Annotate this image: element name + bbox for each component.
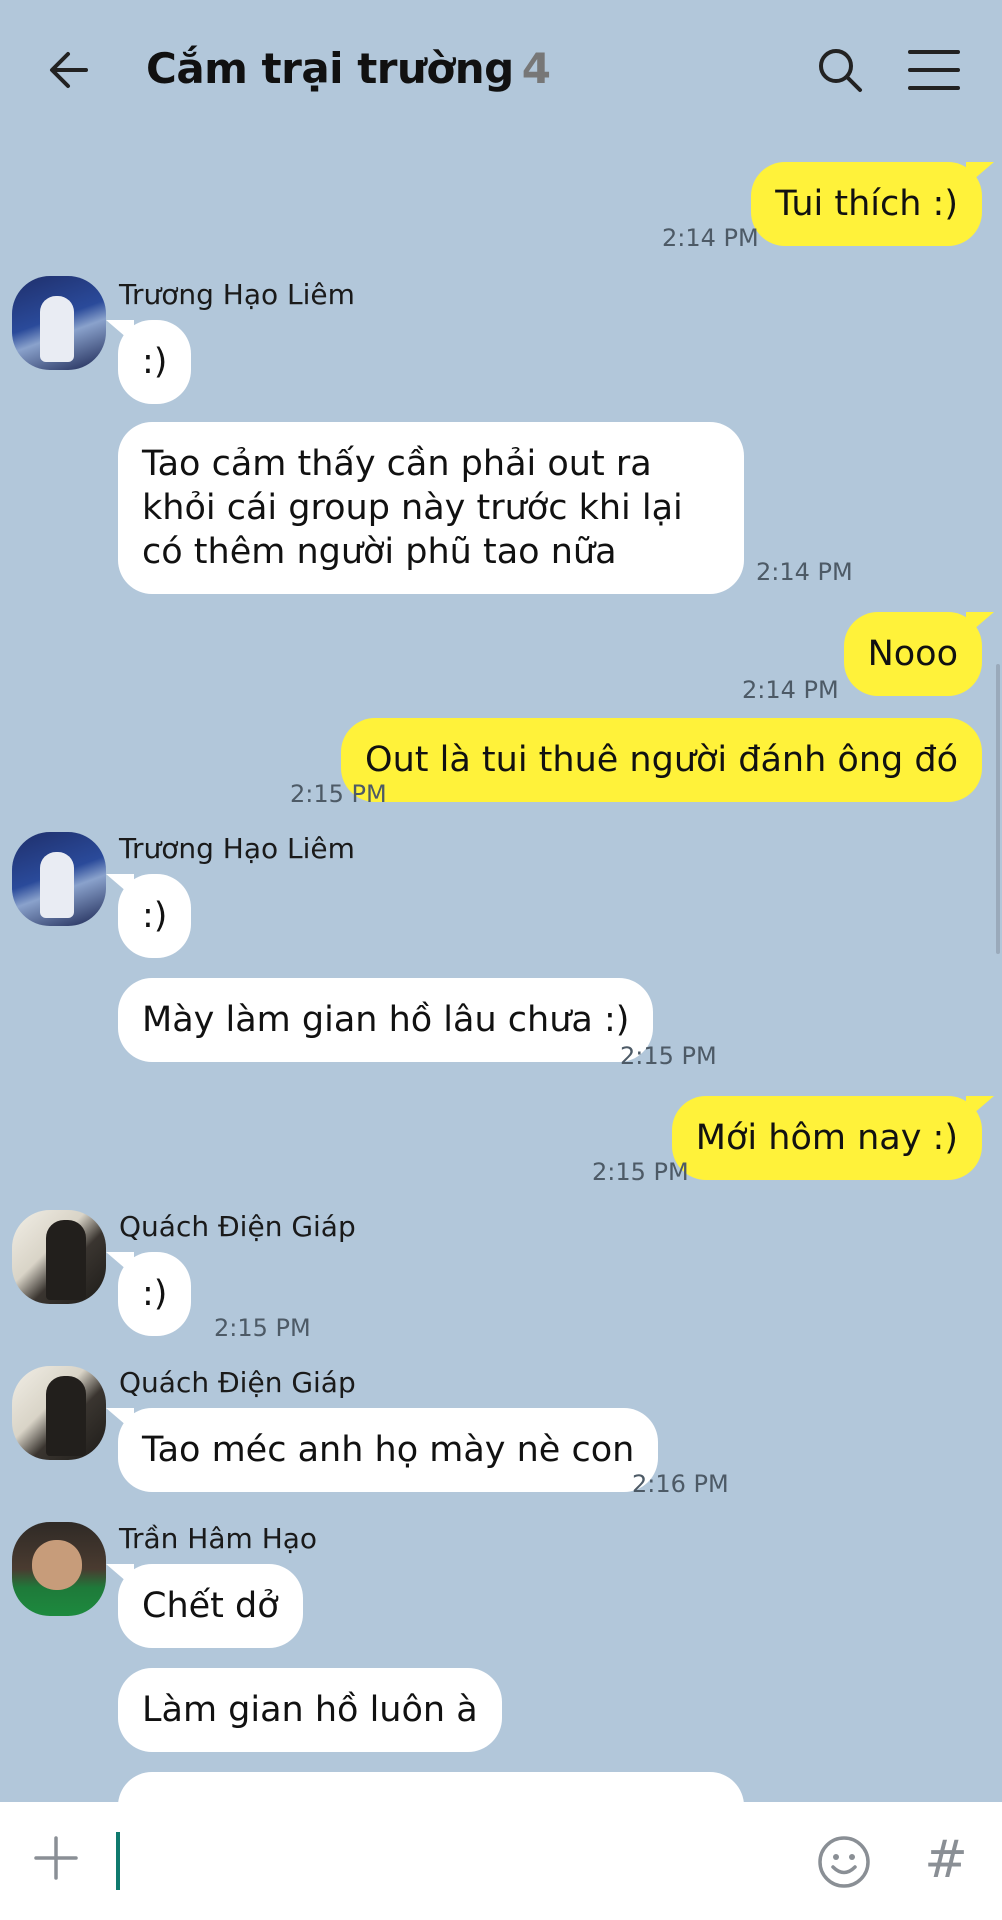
chat-title: Cắm trại trường 4 (146, 44, 551, 93)
message-input[interactable] (124, 1828, 774, 1892)
message-text: Tui thích :) (775, 184, 958, 224)
their-message-bubble[interactable]: Mày làm gian hồ lâu chưa :) (118, 978, 654, 1062)
emoji-button[interactable] (816, 1834, 872, 1890)
message-time: 2:14 PM (662, 224, 759, 252)
message-text: Tao méc anh họ mày nè con (142, 1430, 635, 1470)
message-input-bar: # (0, 1802, 1002, 1920)
message-text: :) (142, 896, 168, 936)
their-message-bubble[interactable]: Chết dở (106, 1564, 303, 1648)
their-message-bubble[interactable]: Làm gian hồ luôn à (118, 1668, 502, 1752)
message-text: Làm gian hồ luôn à (142, 1690, 478, 1730)
hashtag-icon: # (924, 1830, 968, 1890)
avatar-truong-hao-liem[interactable] (12, 832, 106, 926)
message-time: 2:15 PM (290, 780, 387, 808)
my-message-bubble[interactable]: Mới hôm nay :) (671, 1096, 982, 1180)
message-time: 2:14 PM (742, 676, 839, 704)
their-message-bubble[interactable]: :) (105, 874, 192, 958)
avatar-tran-ham-hao[interactable] (12, 1522, 106, 1616)
sender-name: Trần Hâm Hạo (119, 1522, 318, 1555)
my-message-bubble[interactable]: Nooo (843, 612, 982, 696)
their-message-bubble[interactable]: :) (105, 1252, 192, 1336)
message-list[interactable]: Tui thích :) 2:14 PM Trương Hạo Liêm :) … (0, 140, 1002, 1802)
message-time: 2:15 PM (620, 1042, 717, 1070)
message-text: Out là tui thuê người đánh ông đó (365, 740, 958, 780)
avatar-quach-dien-giap[interactable] (12, 1210, 106, 1304)
message-time: 2:15 PM (214, 1314, 311, 1342)
message-time: 2:15 PM (592, 1158, 689, 1186)
message-text: Chết dở (142, 1586, 279, 1626)
member-count: 4 (521, 44, 551, 93)
message-text: Tao cảm thấy cần phải out ra khỏi cái gr… (142, 444, 683, 572)
sender-name: Trương Hạo Liêm (119, 278, 355, 311)
message-text: :) (142, 342, 168, 382)
message-time: 2:16 PM (632, 1470, 729, 1498)
search-button[interactable] (810, 40, 870, 100)
their-message-bubble[interactable]: Tao cảm thấy cần phải out ra khỏi cái gr… (118, 422, 744, 594)
message-time: 2:14 PM (756, 558, 853, 586)
avatar-truong-hao-liem[interactable] (12, 276, 106, 370)
message-text: :) (142, 1274, 168, 1314)
emoji-icon (818, 1836, 870, 1888)
text-caret (116, 1832, 120, 1890)
back-arrow-icon (50, 52, 88, 88)
hashtag-button[interactable]: # (918, 1832, 974, 1888)
scrollbar[interactable] (996, 664, 1000, 954)
message-text: Nooo (867, 634, 958, 674)
back-button[interactable] (40, 40, 100, 100)
sender-name: Quách Điện Giáp (119, 1366, 356, 1399)
avatar-quach-dien-giap[interactable] (12, 1366, 106, 1460)
my-message-bubble[interactable]: Out là tui thuê người đánh ông đó (341, 718, 982, 802)
hamburger-menu-icon (908, 50, 960, 90)
their-message-bubble[interactable]: Tao méc anh họ mày nè con (105, 1408, 659, 1492)
attach-button[interactable] (28, 1830, 84, 1886)
their-message-bubble-partial[interactable] (118, 1772, 744, 1802)
sender-name: Quách Điện Giáp (119, 1210, 356, 1243)
my-message-bubble[interactable]: Tui thích :) (751, 162, 982, 246)
chat-header: Cắm trại trường 4 (0, 0, 1002, 140)
sender-name: Trương Hạo Liêm (119, 832, 355, 865)
their-message-bubble[interactable]: :) (105, 320, 192, 404)
plus-icon (34, 1836, 78, 1880)
chat-title-text: Cắm trại trường (146, 44, 514, 93)
menu-button[interactable] (904, 40, 964, 100)
message-text: Mới hôm nay :) (695, 1118, 958, 1158)
search-icon (819, 49, 862, 92)
message-text: Mày làm gian hồ lâu chưa :) (142, 1000, 630, 1040)
